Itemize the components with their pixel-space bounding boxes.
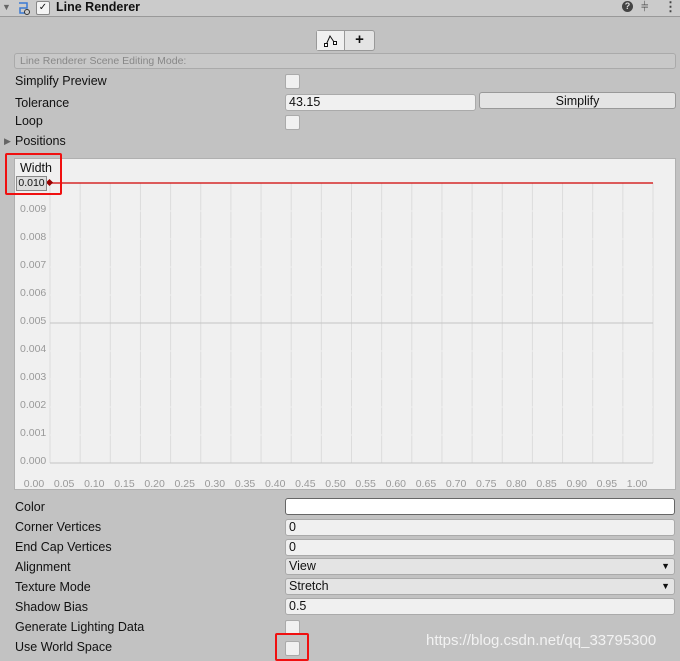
line-renderer-icon bbox=[19, 2, 30, 15]
x-tick-label: 0.90 bbox=[566, 478, 587, 490]
x-tick-label: 0.50 bbox=[325, 478, 346, 490]
y-tick-label: 0.009 bbox=[20, 203, 47, 215]
scene-editing-mode-label: Line Renderer Scene Editing Mode: bbox=[14, 53, 676, 69]
x-tick-label: 0.40 bbox=[264, 478, 286, 490]
simplify-preview-label: Simplify Preview bbox=[15, 74, 107, 88]
generate-lighting-data-label: Generate Lighting Data bbox=[15, 620, 145, 634]
alignment-value: View bbox=[289, 559, 316, 573]
y-tick-label: 0.005 bbox=[20, 315, 47, 327]
x-tick-label: 0.70 bbox=[445, 478, 467, 490]
alignment-dropdown[interactable]: View ▼ bbox=[285, 558, 675, 575]
shadow-bias-input[interactable]: 0.5 bbox=[285, 598, 675, 615]
y-tick-label: 0.008 bbox=[20, 231, 47, 243]
y-tick-label: 0.003 bbox=[20, 371, 47, 383]
simplify-preview-checkbox[interactable] bbox=[285, 74, 300, 89]
end-cap-vertices-label: End Cap Vertices bbox=[15, 540, 112, 554]
end-cap-vertices-input[interactable]: 0 bbox=[285, 539, 675, 556]
highlight-box-world-space bbox=[275, 633, 309, 661]
x-tick-label: 0.20 bbox=[144, 478, 165, 490]
component-title: Line Renderer bbox=[56, 0, 141, 14]
add-points-button[interactable]: + bbox=[345, 31, 374, 50]
x-tick-label: 0.55 bbox=[355, 478, 376, 490]
x-tick-label: 0.45 bbox=[295, 478, 316, 490]
width-curve-editor[interactable]: Width bbox=[14, 158, 676, 490]
x-tick-label: 0.60 bbox=[385, 478, 407, 490]
y-tick-label: 0.001 bbox=[20, 427, 47, 439]
y-tick-label: 0.006 bbox=[20, 287, 47, 299]
enabled-checkbox[interactable]: ✓ bbox=[36, 1, 50, 15]
texture-mode-dropdown[interactable]: Stretch ▼ bbox=[285, 578, 675, 595]
alignment-label: Alignment bbox=[15, 560, 71, 574]
texture-mode-label: Texture Mode bbox=[15, 580, 91, 594]
watermark: https://blog.csdn.net/qq_33795300 bbox=[426, 632, 657, 649]
edit-points-icon bbox=[323, 34, 337, 47]
x-tick-label: 0.25 bbox=[174, 478, 195, 490]
corner-vertices-label: Corner Vertices bbox=[15, 520, 102, 534]
color-field[interactable] bbox=[285, 498, 675, 515]
x-tick-label: 0.85 bbox=[536, 478, 557, 490]
preset-icon[interactable]: ⫩ bbox=[641, 0, 648, 15]
x-tick-label: 0.05 bbox=[53, 478, 75, 490]
color-label: Color bbox=[15, 500, 45, 514]
edit-points-button[interactable] bbox=[317, 31, 345, 50]
x-tick-label: 1.00 bbox=[626, 478, 648, 490]
tolerance-label: Tolerance bbox=[15, 96, 70, 110]
y-tick-label: 0.002 bbox=[20, 399, 47, 411]
x-tick-label: 0.80 bbox=[506, 478, 527, 490]
x-tick-label: 0.00 bbox=[23, 478, 45, 490]
use-world-space-label: Use World Space bbox=[15, 640, 113, 654]
help-icon[interactable]: ? bbox=[622, 1, 633, 12]
loop-label: Loop bbox=[15, 114, 43, 128]
x-tick-label: 0.10 bbox=[84, 478, 105, 490]
tolerance-input[interactable]: 43.15 bbox=[285, 94, 476, 111]
x-tick-label: 0.95 bbox=[596, 478, 618, 490]
simplify-button[interactable]: Simplify bbox=[479, 92, 676, 109]
foldout-arrow-icon[interactable]: ▼ bbox=[2, 2, 11, 12]
x-tick-label: 0.75 bbox=[476, 478, 497, 490]
chevron-down-icon: ▼ bbox=[661, 581, 670, 591]
y-tick-label: 0.004 bbox=[20, 343, 47, 355]
positions-foldout-icon[interactable]: ▶ bbox=[4, 136, 11, 147]
x-tick-label: 0.30 bbox=[204, 478, 226, 490]
edit-toolbar: + bbox=[316, 30, 375, 51]
x-tick-label: 0.35 bbox=[234, 478, 256, 490]
y-tick-label: 0.000 bbox=[20, 455, 47, 467]
positions-foldout[interactable]: Positions bbox=[15, 134, 66, 148]
curve-grid bbox=[45, 178, 654, 464]
shadow-bias-label: Shadow Bias bbox=[15, 600, 88, 614]
x-tick-label: 0.65 bbox=[415, 478, 437, 490]
texture-mode-value: Stretch bbox=[289, 579, 329, 593]
chevron-down-icon: ▼ bbox=[661, 561, 670, 571]
y-tick-label: 0.007 bbox=[20, 259, 47, 271]
highlight-box-width bbox=[5, 153, 62, 195]
loop-checkbox[interactable] bbox=[285, 115, 300, 130]
x-tick-label: 0.15 bbox=[114, 478, 135, 490]
corner-vertices-input[interactable]: 0 bbox=[285, 519, 675, 536]
kebab-menu-icon[interactable]: ⋮ bbox=[664, 0, 677, 15]
component-header: ▼ ✓ Line Renderer ? ⫩ ⋮ bbox=[0, 0, 680, 17]
